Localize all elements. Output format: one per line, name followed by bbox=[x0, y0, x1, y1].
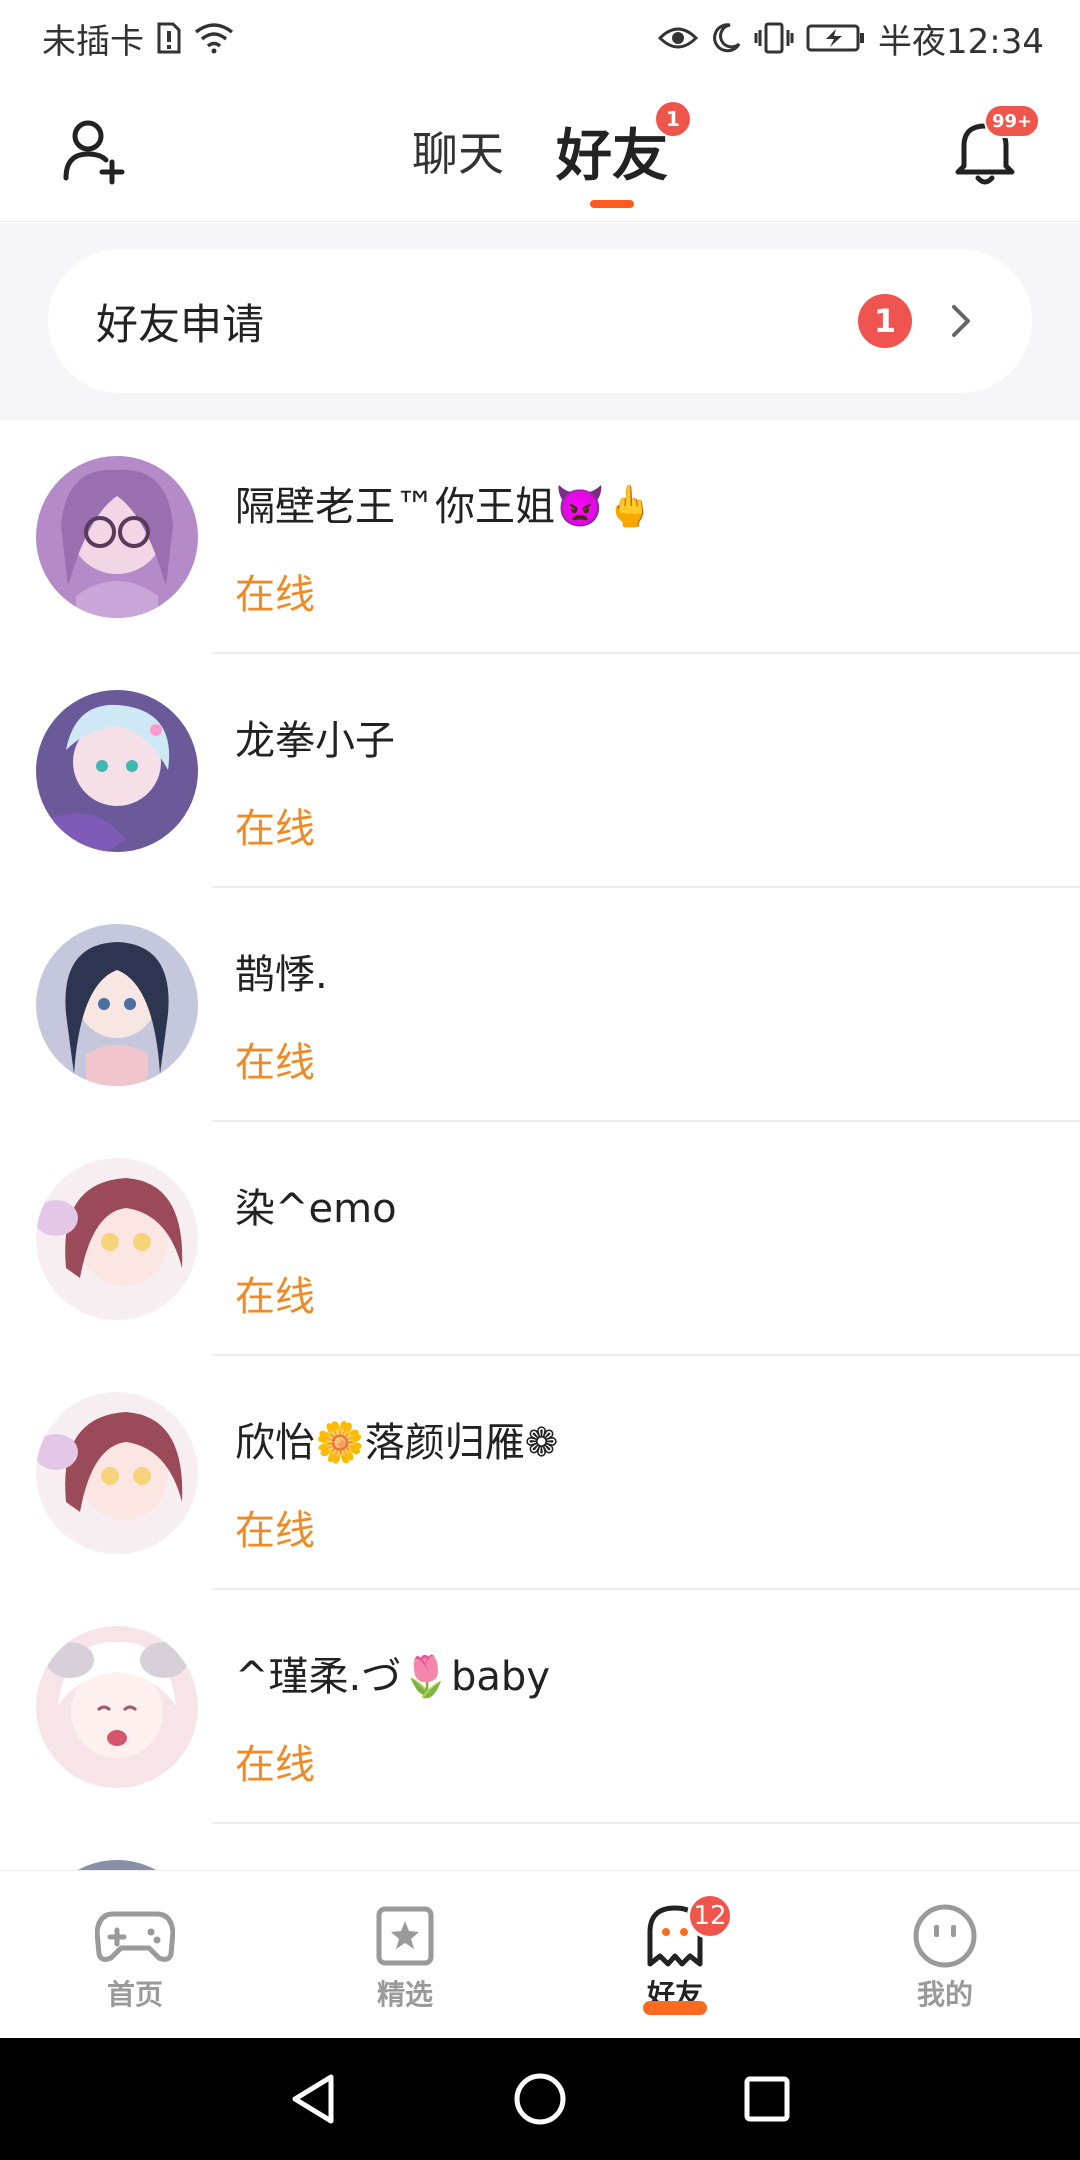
nav-featured[interactable]: 精选 bbox=[270, 1871, 540, 2038]
tab-active-indicator bbox=[590, 200, 634, 208]
vibrate-icon bbox=[754, 22, 794, 54]
friend-row[interactable]: 鹊悸. 在线 bbox=[0, 888, 1080, 1122]
friend-row[interactable]: 欣怡🌼落颜归雁❁ 在线 bbox=[0, 1356, 1080, 1590]
eye-comfort-icon bbox=[658, 24, 699, 52]
friend-name: 隔壁老王™你王姐👿🖕 bbox=[235, 484, 655, 530]
tab-chat[interactable]: 聊天 bbox=[412, 106, 504, 196]
friend-name: 染^emo bbox=[235, 1186, 397, 1232]
friend-request-button[interactable]: 好友申请 1 bbox=[48, 249, 1032, 393]
friend-status: 在线 bbox=[235, 1040, 315, 1086]
friend-request-label: 好友申请 bbox=[96, 299, 265, 349]
friend-status: 在线 bbox=[235, 1508, 315, 1554]
bottom-nav: 首页 精选 12 好友 我的 bbox=[0, 1870, 1080, 2038]
clock-text: 半夜12:34 bbox=[878, 21, 1044, 62]
friend-request-section: 好友申请 1 bbox=[0, 223, 1080, 420]
friend-list: 隔壁老王™你王姐👿🖕 在线 龙拳小子 在线 鹊悸. 在线 染^emo 在线 欣怡… bbox=[0, 420, 1080, 1870]
tab-bar: 聊天 好友 1 bbox=[0, 102, 1080, 208]
back-icon[interactable] bbox=[281, 2067, 345, 2131]
friend-name: ^瑾柔.づ🌷baby bbox=[235, 1654, 550, 1700]
friend-name: 欣怡🌼落颜归雁❁ bbox=[235, 1420, 559, 1466]
nav-me[interactable]: 我的 bbox=[810, 1871, 1080, 2038]
chevron-right-icon bbox=[946, 301, 976, 341]
wifi-icon bbox=[194, 22, 234, 54]
avatar bbox=[36, 1392, 198, 1554]
nav-home-label: 首页 bbox=[106, 1978, 163, 2011]
tab-friends-badge: 1 bbox=[656, 102, 690, 136]
friend-info: 鹊悸. 在线 bbox=[235, 942, 328, 1088]
nav-home[interactable]: 首页 bbox=[0, 1871, 270, 2038]
friend-info: 龙拳小子 在线 bbox=[235, 708, 395, 854]
friend-status: 在线 bbox=[235, 1742, 315, 1788]
friend-status: 在线 bbox=[235, 806, 315, 852]
friend-name: 龙拳小子 bbox=[235, 718, 395, 764]
face-icon bbox=[905, 1903, 985, 1969]
friend-status: 在线 bbox=[235, 1274, 315, 1320]
carrier-text: 未插卡 bbox=[42, 21, 144, 62]
friend-info: ^瑾柔.づ🌷baby 在线 bbox=[235, 1644, 550, 1790]
avatar bbox=[36, 690, 198, 852]
avatar bbox=[36, 1860, 198, 1870]
notification-bell-icon[interactable]: 99+ bbox=[950, 104, 1041, 186]
nav-active-indicator bbox=[643, 2001, 707, 2015]
avatar bbox=[36, 456, 198, 618]
friend-info: 隔壁老王™你王姐👿🖕 在线 bbox=[235, 474, 655, 620]
friend-request-count-badge: 1 bbox=[858, 294, 912, 348]
friend-name: 鹊悸. bbox=[235, 952, 328, 998]
moon-icon bbox=[710, 22, 742, 54]
avatar bbox=[36, 924, 198, 1086]
friend-row-partial[interactable] bbox=[0, 1824, 1080, 1870]
friend-info: 染^emo 在线 bbox=[235, 1176, 397, 1322]
friend-row[interactable]: 染^emo 在线 bbox=[0, 1122, 1080, 1356]
home-circle-icon[interactable] bbox=[508, 2067, 572, 2131]
status-bar: 未插卡 半夜12:34 bbox=[0, 0, 1080, 76]
header: 聊天 好友 1 99+ bbox=[0, 76, 1080, 222]
tab-friends-label: 好友 bbox=[556, 123, 668, 189]
system-nav-bar bbox=[0, 2038, 1080, 2160]
gamepad-icon bbox=[95, 1903, 175, 1969]
friend-row[interactable]: 龙拳小子 在线 bbox=[0, 654, 1080, 888]
friend-status: 在线 bbox=[235, 572, 315, 618]
avatar bbox=[36, 1626, 198, 1788]
ghost-icon: 12 bbox=[635, 1893, 733, 1969]
battery-charging-icon bbox=[806, 23, 866, 53]
nav-friends[interactable]: 12 好友 bbox=[540, 1871, 810, 2038]
tab-chat-label: 聊天 bbox=[412, 127, 504, 181]
recents-square-icon[interactable] bbox=[735, 2067, 799, 2131]
no-sim-icon bbox=[156, 22, 182, 54]
friend-row[interactable]: 隔壁老王™你王姐👿🖕 在线 bbox=[0, 420, 1080, 654]
nav-friends-badge: 12 bbox=[687, 1893, 733, 1939]
notification-badge: 99+ bbox=[984, 104, 1041, 138]
nav-featured-label: 精选 bbox=[376, 1978, 433, 2011]
nav-me-label: 我的 bbox=[916, 1978, 973, 2011]
avatar bbox=[36, 1158, 198, 1320]
friend-info: 欣怡🌼落颜归雁❁ 在线 bbox=[235, 1410, 558, 1556]
tab-friends[interactable]: 好友 1 bbox=[556, 102, 690, 208]
friend-row[interactable]: ^瑾柔.づ🌷baby 在线 bbox=[0, 1590, 1080, 1824]
star-bookmark-icon bbox=[365, 1903, 445, 1969]
